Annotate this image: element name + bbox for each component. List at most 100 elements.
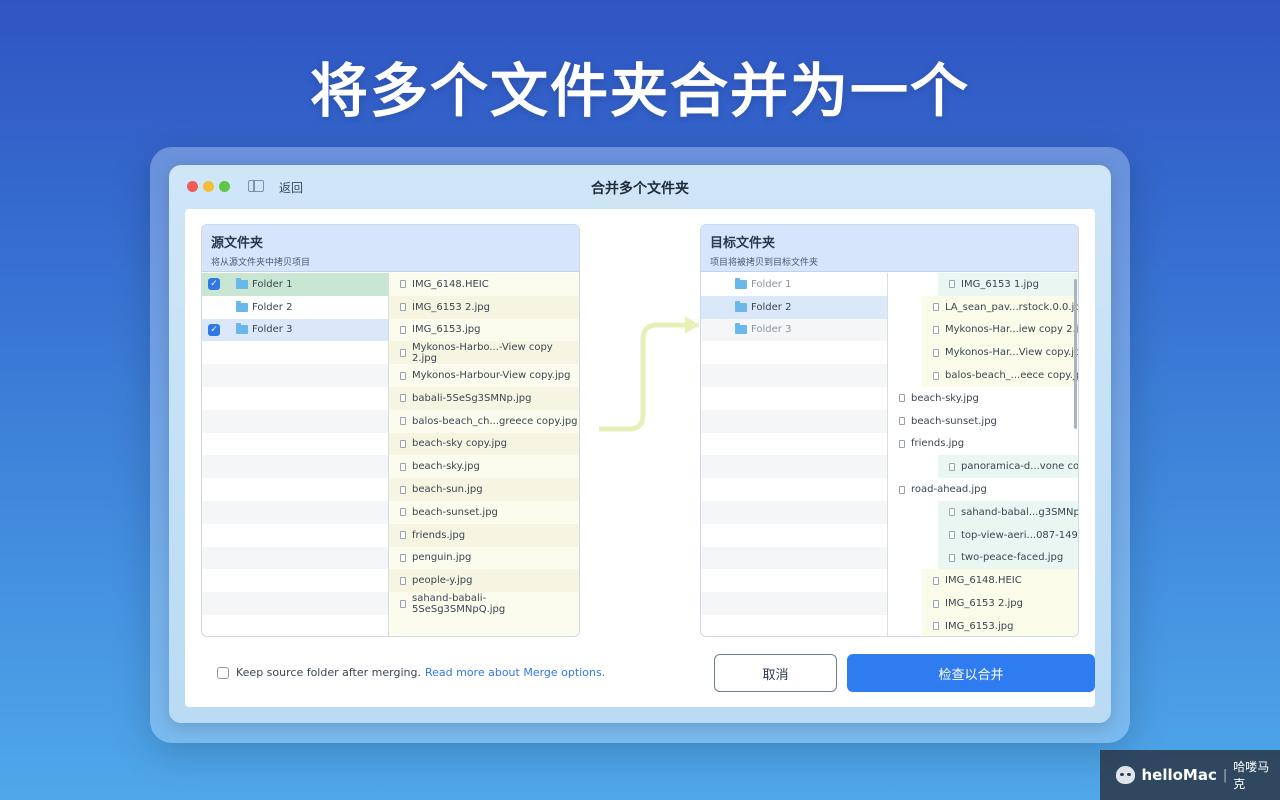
file-row[interactable]: beach-sun.jpg [389, 478, 579, 501]
source-panel-header: 源文件夹 将从源文件夹中拷贝项目 [202, 225, 579, 272]
file-row[interactable]: sahand-babali-5SeSg3SMNpQ.jpg [389, 592, 579, 615]
watermark-brand: helloMac [1141, 766, 1217, 784]
cancel-button[interactable]: 取消 [714, 654, 837, 692]
file-icon [933, 576, 939, 585]
checkbox-checked-icon[interactable]: ✓ [208, 323, 220, 336]
empty-row [701, 409, 887, 433]
target-panel-body: Folder 1 Folder 2 Folder 3 IMG_6153 1.jp… [701, 273, 1078, 636]
file-row[interactable]: IMG_6148.HEIC [389, 273, 579, 296]
target-panel: 目标文件夹 项目将被拷贝到目标文件夹 Folder 1 Folder 2 Fol… [700, 224, 1079, 637]
folder-icon [735, 323, 747, 335]
checkbox-checked-icon[interactable]: ✓ [208, 278, 220, 290]
file-row[interactable]: IMG_6153 2.jpg [922, 592, 1078, 615]
file-row[interactable]: Mykonos-Harbour-View copy.jpg [389, 364, 579, 387]
file-icon [899, 485, 905, 494]
folder-icon [236, 323, 248, 335]
file-row[interactable]: sahand-babal...g3SMNpQ.jpg [938, 500, 1078, 524]
file-row[interactable]: penguin.jpg [389, 547, 579, 570]
watermark: helloMac | 哈喽马克 [1100, 750, 1280, 800]
target-folder-item[interactable]: Folder 2 [701, 295, 887, 319]
source-panel-subtitle: 将从源文件夹中拷贝项目 [211, 258, 311, 268]
file-row[interactable]: IMG_6153 1.jpg [938, 273, 1078, 296]
file-name: beach-sky.jpg [911, 392, 979, 404]
empty-row [202, 364, 388, 387]
file-row[interactable]: beach-sunset.jpg [888, 410, 1072, 433]
file-name: IMG_6153 2.jpg [945, 598, 1023, 610]
file-row[interactable]: balos-beach_...eece copy.jpg [922, 364, 1078, 387]
content-area: 源文件夹 将从源文件夹中拷贝项目 ✓ Folder 1 Folder 2 ✓ F… [185, 209, 1095, 707]
file-row[interactable]: friends.jpg [888, 433, 1072, 456]
empty-row [202, 387, 388, 410]
file-row[interactable]: LA_sean_pav...rstock.0.0.jpg [922, 295, 1078, 319]
folder-label: Folder 2 [252, 301, 293, 313]
target-scrollbar[interactable] [1074, 279, 1077, 429]
file-icon [933, 303, 939, 312]
file-icon [400, 553, 406, 562]
file-row[interactable]: IMG_6153 2.jpg [389, 295, 579, 319]
empty-row [202, 500, 388, 524]
file-name: IMG_6153 2.jpg [412, 301, 490, 313]
file-icon [400, 348, 406, 357]
file-row[interactable]: friends.jpg [389, 523, 579, 547]
file-name: people-y.jpg [412, 575, 473, 587]
file-icon [933, 371, 939, 380]
file-row[interactable]: babali-5SeSg3SMNp.jpg [389, 386, 579, 410]
source-folder-list: ✓ Folder 1 Folder 2 ✓ Folder 3 [202, 273, 389, 636]
file-row[interactable]: IMG_6148.HEIC [922, 569, 1078, 593]
file-name: IMG_6148.HEIC [412, 278, 489, 290]
target-panel-title: 目标文件夹 [710, 236, 776, 251]
file-icon [899, 439, 905, 448]
source-folder-item[interactable]: ✓ Folder 3 [202, 318, 388, 342]
file-name: beach-sunset.jpg [911, 415, 997, 427]
file-row[interactable]: Mykonos-Har...iew copy 2.jpg [922, 318, 1079, 342]
file-row[interactable]: panoramica-d...vone copy.jpg [938, 455, 1078, 479]
empty-row [701, 455, 887, 479]
empty-row [701, 592, 887, 615]
file-row[interactable]: people-y.jpg [389, 569, 579, 593]
file-name: penguin.jpg [412, 552, 472, 564]
file-row[interactable]: top-view-aeri...087-1497.jpg [938, 523, 1078, 547]
file-row[interactable]: road-ahead.jpg [888, 478, 1072, 501]
file-name: Mykonos-Har...View copy.jpg [945, 347, 1079, 359]
source-folder-item[interactable]: Folder 2 [202, 296, 388, 319]
read-more-link[interactable]: Read more about Merge options. [425, 666, 605, 679]
file-row[interactable]: balos-beach_ch...greece copy.jpg [389, 410, 579, 433]
target-file-list: IMG_6153 1.jpg LA_sean_pav...rstock.0.0.… [888, 273, 1078, 636]
file-row[interactable]: Mykonos-Har...View copy.jpg [922, 341, 1079, 365]
source-panel-title: 源文件夹 [211, 236, 264, 251]
file-row[interactable]: Mykonos-Harbo...-View copy 2.jpg [389, 341, 579, 365]
target-folder-item[interactable]: Folder 3 [701, 318, 887, 342]
file-icon [400, 576, 406, 585]
target-folder-item[interactable]: Folder 1 [701, 273, 887, 296]
folder-icon [236, 277, 248, 289]
keep-source-checkbox[interactable] [217, 666, 229, 679]
watermark-cn: 哈喽马克 [1233, 760, 1270, 791]
source-folder-item[interactable]: ✓ Folder 1 [202, 273, 388, 296]
file-icon [899, 417, 905, 426]
file-name: sahand-babal...g3SMNpQ.jpg [961, 506, 1078, 518]
keep-source-label: Keep source folder after merging. [236, 666, 421, 679]
file-row[interactable]: beach-sky.jpg [888, 387, 1072, 410]
keep-source-option: Keep source folder after merging. Read m… [217, 666, 605, 679]
file-icon [400, 325, 406, 334]
empty-row [701, 364, 887, 387]
file-icon [933, 348, 939, 357]
file-icon [899, 394, 905, 403]
file-row[interactable]: IMG_6153.jpg [389, 319, 579, 342]
file-row[interactable]: beach-sky.jpg [389, 455, 579, 478]
file-icon [400, 417, 406, 426]
check-merge-button[interactable]: 检查以合并 [847, 654, 1095, 692]
file-row[interactable]: beach-sunset.jpg [389, 501, 579, 524]
target-panel-header: 目标文件夹 项目将被拷贝到目标文件夹 [701, 225, 1078, 272]
file-row[interactable]: two-peace-faced.jpg [938, 546, 1078, 570]
file-row[interactable]: beach-sky copy.jpg [389, 432, 579, 456]
file-icon [400, 280, 406, 289]
empty-row [701, 433, 887, 456]
window-title: 合并多个文件夹 [591, 181, 689, 197]
empty-row [701, 387, 887, 410]
file-icon [949, 553, 955, 562]
file-name: balos-beach_ch...greece copy.jpg [412, 415, 578, 427]
file-icon [400, 371, 406, 380]
file-name: Mykonos-Har...iew copy 2.jpg [945, 324, 1079, 336]
file-row[interactable]: IMG_6153.jpg [922, 614, 1078, 636]
